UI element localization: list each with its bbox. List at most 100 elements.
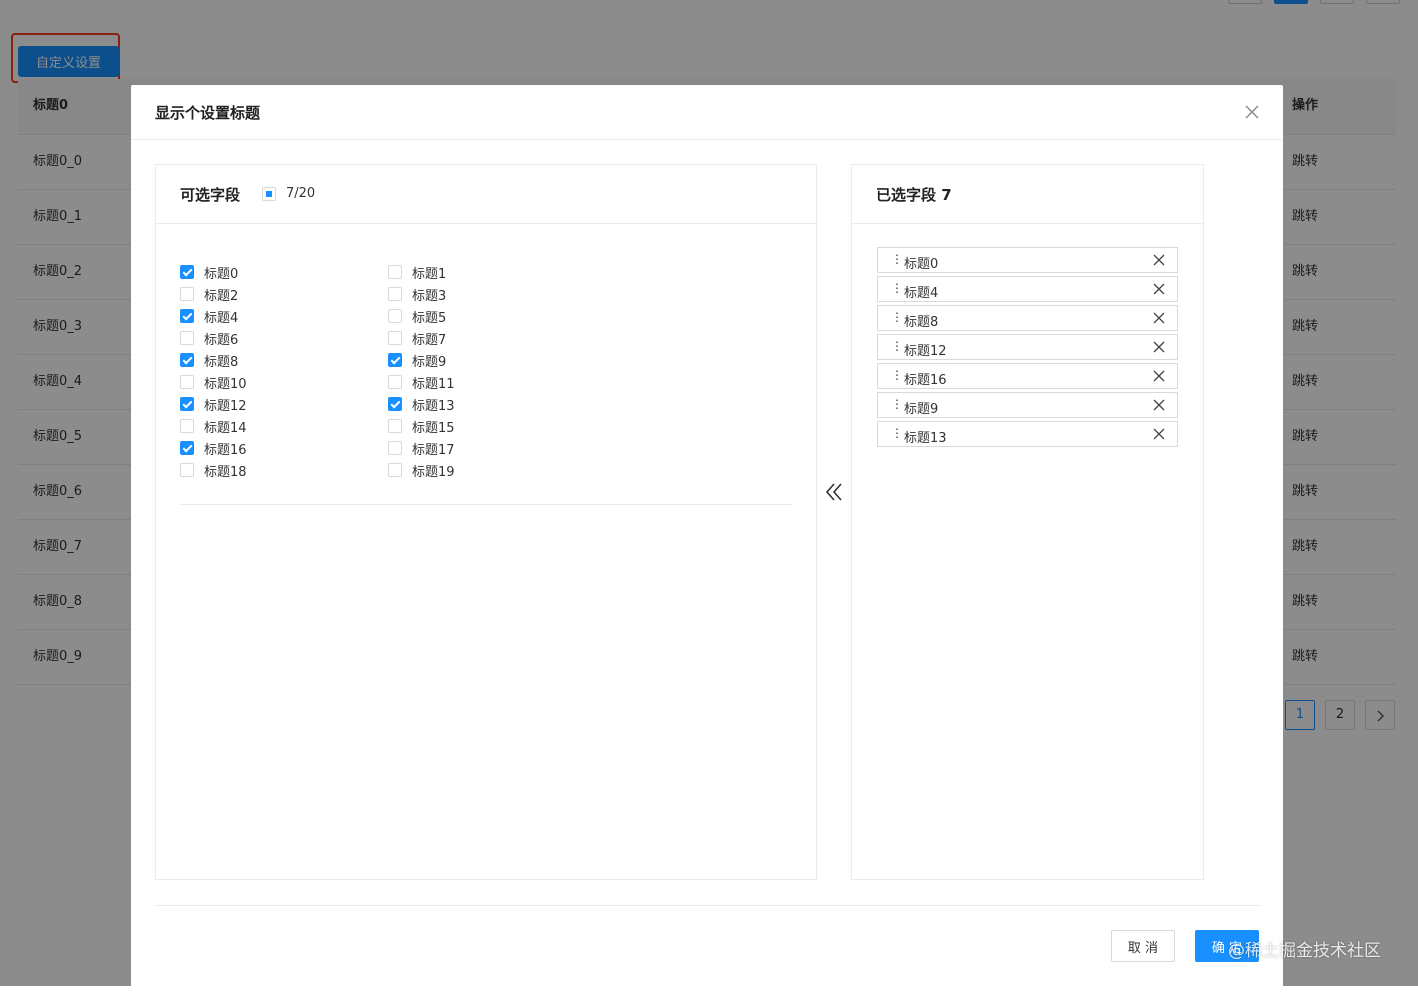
modal-header: 显示个设置标题 (131, 85, 1283, 140)
field-option-label: 标题10 (204, 376, 247, 392)
field-option[interactable]: 标题3 (388, 283, 446, 305)
selected-field-item[interactable]: ⋮ 标题16 (877, 363, 1178, 389)
field-option-label: 标题2 (204, 288, 239, 304)
checkbox[interactable] (388, 375, 402, 389)
select-all-checkbox[interactable] (262, 186, 276, 201)
field-option[interactable]: 标题6 (180, 327, 238, 349)
remove-icon[interactable] (1153, 312, 1165, 324)
checkbox-checked[interactable] (388, 397, 402, 411)
available-fields-panel: 可选字段 7/20 标题0 标题1 标题2 标题3 标题4 标题5 标题6 标题7 标题8 标题9… (155, 164, 817, 880)
field-option[interactable]: 标题7 (388, 327, 446, 349)
field-option-label: 标题16 (204, 442, 247, 458)
drag-handle-icon[interactable]: ⋮ (891, 339, 903, 353)
field-option[interactable]: 标题15 (388, 415, 455, 437)
selected-field-label: 标题8 (904, 315, 939, 330)
modal-title: 显示个设置标题 (155, 104, 261, 122)
drag-handle-icon[interactable]: ⋮ (891, 397, 903, 411)
field-option-label: 标题6 (204, 332, 239, 348)
available-fields-header: 可选字段 7/20 (156, 165, 816, 224)
drag-handle-icon[interactable]: ⋮ (891, 252, 903, 266)
field-option[interactable]: 标题11 (388, 371, 455, 393)
field-option[interactable]: 标题4 (180, 305, 238, 327)
checkbox[interactable] (388, 419, 402, 433)
selected-fields-list: ⋮ 标题0 ⋮ 标题4 ⋮ 标题8 ⋮ 标题12 ⋮ 标题16 ⋮ 标题9 ⋮ 标题13 (877, 247, 1178, 450)
checkbox-checked[interactable] (180, 309, 194, 323)
selected-field-item[interactable]: ⋮ 标题12 (877, 334, 1178, 360)
selected-field-label: 标题13 (904, 431, 947, 446)
field-option-label: 标题1 (412, 266, 447, 282)
checkbox-checked[interactable] (180, 353, 194, 367)
remove-icon[interactable] (1153, 399, 1165, 411)
field-option[interactable]: 标题2 (180, 283, 238, 305)
field-option[interactable]: 标题17 (388, 437, 455, 459)
field-option-label: 标题4 (204, 310, 239, 326)
field-option-label: 标题19 (412, 464, 455, 480)
select-all: 7/20 (262, 186, 315, 201)
checkbox[interactable] (180, 463, 194, 477)
checkbox-checked[interactable] (180, 441, 194, 455)
checkbox[interactable] (388, 309, 402, 323)
field-option[interactable]: 标题13 (388, 393, 455, 415)
field-option-label: 标题12 (204, 398, 247, 414)
field-option[interactable]: 标题1 (388, 261, 446, 283)
checkbox[interactable] (388, 441, 402, 455)
checkbox-checked[interactable] (180, 265, 194, 279)
selected-field-label: 标题0 (904, 257, 939, 272)
drag-handle-icon[interactable]: ⋮ (891, 281, 903, 295)
selected-fields-panel: 已选字段 7 ⋮ 标题0 ⋮ 标题4 ⋮ 标题8 ⋮ 标题12 ⋮ 标题16 ⋮ 标题9 ⋮ 标题13 (851, 164, 1204, 880)
field-option-label: 标题0 (204, 266, 239, 282)
field-option-label: 标题15 (412, 420, 455, 436)
checkbox[interactable] (180, 419, 194, 433)
field-option-label: 标题18 (204, 464, 247, 480)
remove-icon[interactable] (1153, 283, 1165, 295)
settings-modal: 显示个设置标题 可选字段 7/20 标题0 标题1 标题2 标题3 标题4 标题5 标题6 标… (131, 85, 1283, 995)
selected-field-item[interactable]: ⋮ 标题13 (877, 421, 1178, 447)
field-option[interactable]: 标题12 (180, 393, 247, 415)
checkbox[interactable] (388, 265, 402, 279)
remove-icon[interactable] (1153, 370, 1165, 382)
field-option[interactable]: 标题16 (180, 437, 247, 459)
selected-field-label: 标题12 (904, 344, 947, 359)
remove-icon[interactable] (1153, 428, 1165, 440)
checkbox[interactable] (180, 331, 194, 345)
field-option-label: 标题8 (204, 354, 239, 370)
selected-field-item[interactable]: ⋮ 标题9 (877, 392, 1178, 418)
selected-field-label: 标题4 (904, 286, 939, 301)
options-divider (180, 504, 792, 505)
field-option[interactable]: 标题18 (180, 459, 247, 481)
checkbox[interactable] (388, 331, 402, 345)
cancel-button[interactable]: 取 消 (1111, 930, 1175, 962)
field-option-label: 标题7 (412, 332, 447, 348)
field-option[interactable]: 标题10 (180, 371, 247, 393)
drag-handle-icon[interactable]: ⋮ (891, 426, 903, 440)
remove-icon[interactable] (1153, 341, 1165, 353)
selected-fields-title: 已选字段 7 (876, 186, 952, 204)
drag-handle-icon[interactable]: ⋮ (891, 310, 903, 324)
double-chevron-left-icon[interactable] (824, 481, 844, 503)
selected-field-item[interactable]: ⋮ 标题4 (877, 276, 1178, 302)
remove-icon[interactable] (1153, 254, 1165, 266)
selected-field-label: 标题16 (904, 373, 947, 388)
selected-field-item[interactable]: ⋮ 标题0 (877, 247, 1178, 273)
field-option[interactable]: 标题0 (180, 261, 238, 283)
checkbox[interactable] (388, 463, 402, 477)
field-option[interactable]: 标题19 (388, 459, 455, 481)
checkbox[interactable] (388, 287, 402, 301)
drag-handle-icon[interactable]: ⋮ (891, 368, 903, 382)
selected-fields-header: 已选字段 7 (852, 165, 1203, 224)
checkbox-checked[interactable] (388, 353, 402, 367)
selected-field-item[interactable]: ⋮ 标题8 (877, 305, 1178, 331)
field-option-label: 标题3 (412, 288, 447, 304)
field-option[interactable]: 标题9 (388, 349, 446, 371)
field-option[interactable]: 标题8 (180, 349, 238, 371)
close-icon[interactable] (1241, 101, 1263, 123)
selected-field-label: 标题9 (904, 402, 939, 417)
field-option-label: 标题13 (412, 398, 455, 414)
checkbox[interactable] (180, 287, 194, 301)
checkbox[interactable] (180, 375, 194, 389)
field-option[interactable]: 标题14 (180, 415, 247, 437)
field-option-label: 标题11 (412, 376, 455, 392)
available-fields-title: 可选字段 (180, 186, 241, 204)
checkbox-checked[interactable] (180, 397, 194, 411)
field-option[interactable]: 标题5 (388, 305, 446, 327)
